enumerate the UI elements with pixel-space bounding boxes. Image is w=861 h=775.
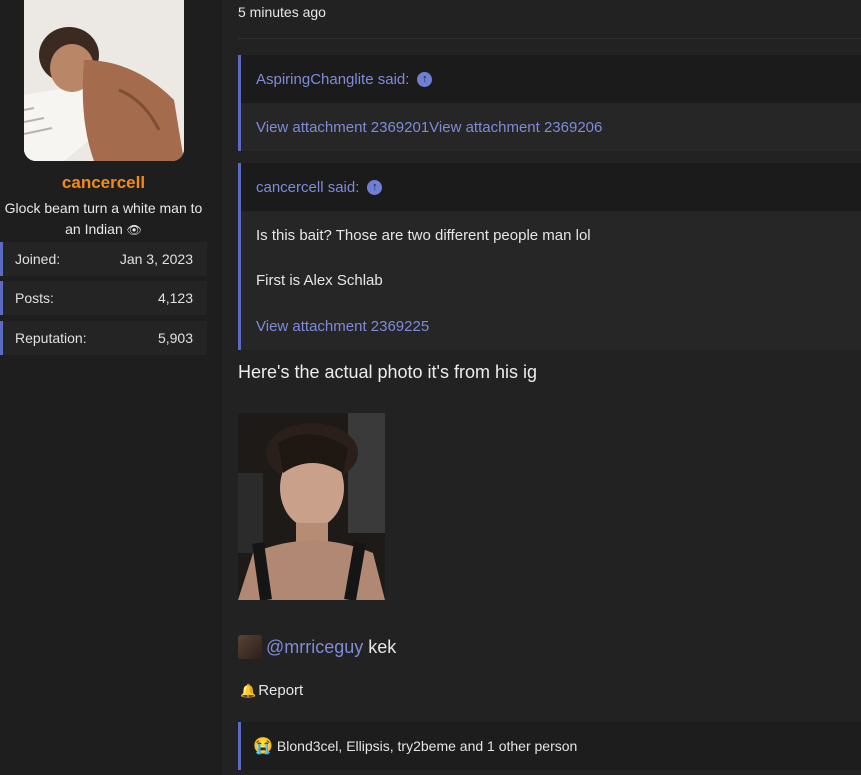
quote-block: AspiringChanglite said: ↑ View attachmen… [238,55,861,151]
stat-label: Reputation: [15,330,87,346]
post-timestamp[interactable]: 5 minutes ago [238,4,326,20]
quote-header[interactable]: cancercell said: ↑ [241,163,861,211]
user-title-text: Glock beam turn a white man to an Indian [4,200,203,237]
report-label: Report [258,682,304,699]
user-sidebar: cancercell Glock beam turn a white man t… [0,0,222,775]
username[interactable]: cancercell [0,173,207,193]
mention-avatar[interactable] [238,635,262,659]
quote-body: View attachment 2369201View attachment 2… [241,103,861,151]
arrow-up-icon[interactable]: ↑ [417,71,433,87]
photo-image [238,413,385,600]
reactions-bar[interactable]: 😭 Blond3cel, Ellipsis, try2beme and 1 ot… [238,722,861,770]
quote-block: cancercell said: ↑ Is this bait? Those a… [238,163,861,350]
reactions-list[interactable]: Blond3cel, Ellipsis, try2beme and 1 othe… [277,738,577,754]
quote-body: Is this bait? Those are two different pe… [241,211,861,350]
stat-label: Posts: [15,290,54,306]
eye-icon: 👁 [126,223,142,237]
user-title: Glock beam turn a white man to an Indian… [0,198,207,241]
post-image[interactable] [238,413,385,600]
mention-text: kek [368,636,397,657]
post-body-text: Here's the actual photo it's from his ig [238,362,538,382]
attachment-link[interactable]: View attachment 2369201View attachment 2… [256,119,602,136]
stat-posts: Posts: 4,123 [0,281,207,315]
crying-face-icon: 😭 [253,738,273,755]
quote-author[interactable]: AspiringChanglite said: [256,71,409,88]
stat-reputation: Reputation: 5,903 [0,321,207,355]
user-avatar[interactable] [24,0,184,161]
bell-icon: 🔔 [240,682,257,698]
arrow-up-icon[interactable]: ↑ [367,179,383,195]
user-mention[interactable]: @mrriceguy [266,637,363,658]
stat-label: Joined: [15,251,61,267]
quote-line: First is Alex Schlab [256,272,383,289]
post-content: 5 minutes ago AspiringChanglite said: ↑ … [222,0,861,775]
quote-author[interactable]: cancercell said: [256,179,359,196]
quote-line: Is this bait? Those are two different pe… [256,227,591,244]
stat-joined: Joined: Jan 3, 2023 [0,242,207,276]
stat-value: 4,123 [157,290,193,306]
stat-value: Jan 3, 2023 [119,251,193,267]
report-button[interactable]: 🔔 Report [240,682,303,699]
stat-value: 5,903 [157,330,193,346]
divider [238,38,861,39]
mention-row: @mrriceguy kek [238,634,396,660]
quote-header[interactable]: AspiringChanglite said: ↑ [241,55,861,103]
avatar-image [24,0,184,161]
attachment-link[interactable]: View attachment 2369225 [256,318,429,335]
